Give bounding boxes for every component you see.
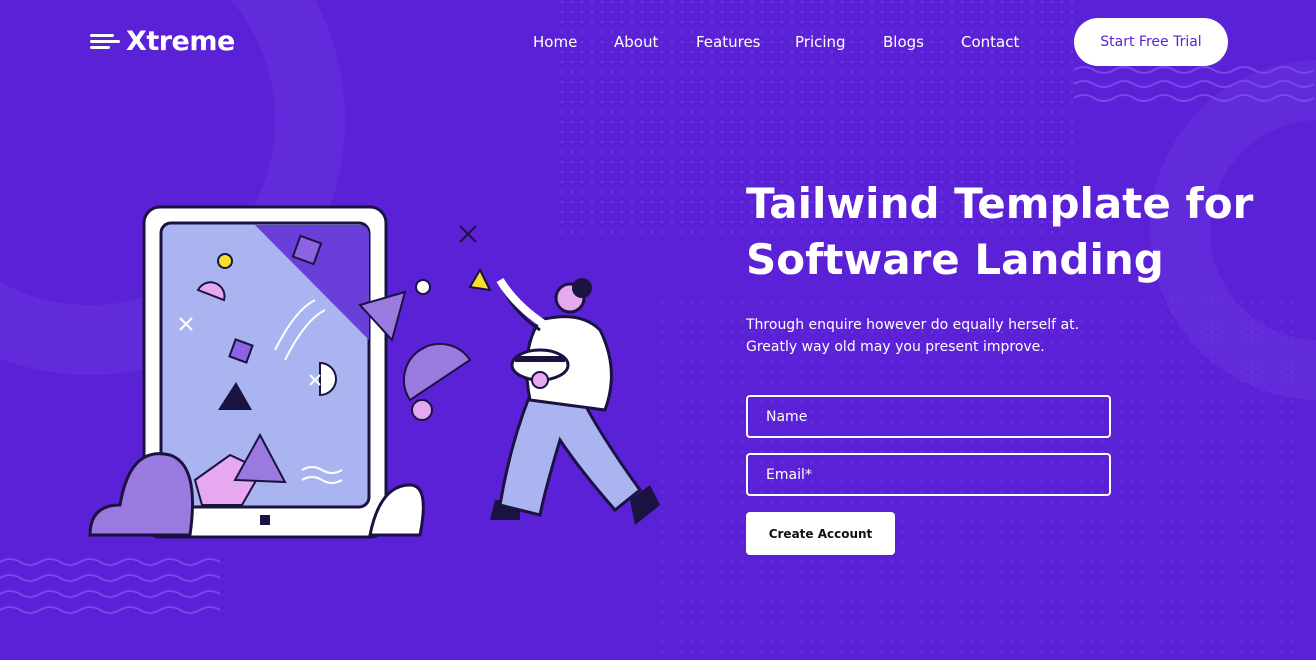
nav-link-blogs[interactable]: Blogs [883,32,961,52]
hero-illustration [88,205,660,539]
nav-link-about[interactable]: About [614,32,696,52]
speed-lines-icon [90,32,120,52]
nav-link-contact[interactable]: Contact [961,32,1021,52]
start-free-trial-button[interactable]: Start Free Trial [1074,18,1228,66]
hero-subtitle-line-2: Greatly way old may you present improve. [746,339,1045,355]
hero-subtitle-line-1: Through enquire however do equally herse… [746,317,1080,333]
nav-link-features[interactable]: Features [696,32,795,52]
nav-link-home[interactable]: Home [533,32,614,52]
site-header: Xtreme Home About Features Pricing Blogs… [0,0,1316,84]
person-illustration [490,277,660,525]
email-input[interactable] [746,453,1111,496]
brand-logo[interactable]: Xtreme [90,26,235,58]
brand-name: Xtreme [126,26,235,57]
main-nav: Home About Features Pricing Blogs Contac… [533,32,1021,52]
hero-title: Tailwind Template for Software Landing [746,176,1266,288]
hero-title-line-1: Tailwind Template for [746,179,1254,228]
hero-subtitle: Through enquire however do equally herse… [746,314,1166,358]
create-account-button[interactable]: Create Account [746,512,895,555]
name-input[interactable] [746,395,1111,438]
nav-link-pricing[interactable]: Pricing [795,32,883,52]
hero-title-line-2: Software Landing [746,235,1164,284]
